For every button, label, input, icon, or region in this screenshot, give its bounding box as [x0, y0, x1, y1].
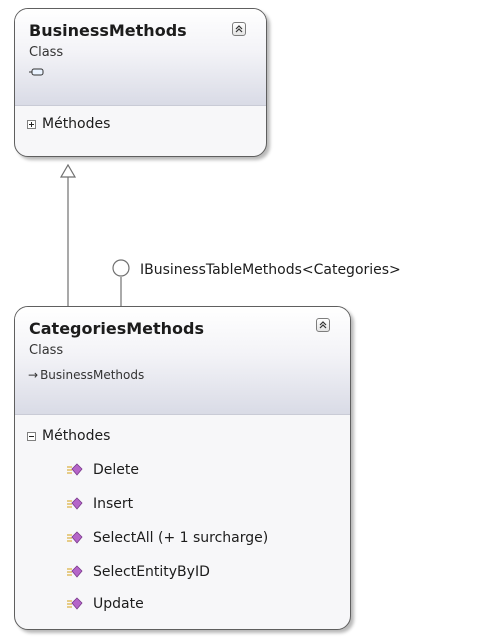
method-item[interactable]: Insert: [67, 493, 133, 515]
method-item[interactable]: Update: [67, 593, 144, 615]
derived-class-section-label: Méthodes: [42, 428, 111, 444]
base-class-methods-section[interactable]: Méthodes: [27, 116, 110, 132]
method-name: SelectAll (+ 1 surcharge): [93, 530, 269, 546]
base-class-name: BusinessMethods: [29, 21, 187, 40]
collapse-icon[interactable]: [27, 431, 36, 441]
base-class-shape[interactable]: BusinessMethods Class Méthodes: [14, 8, 267, 157]
base-class-reference: → BusinessMethods: [28, 368, 144, 382]
derived-class-kind: Class: [29, 343, 64, 358]
derived-class-shape[interactable]: CategoriesMethods Class → BusinessMethods…: [14, 306, 351, 630]
derived-class-header[interactable]: CategoriesMethods Class → BusinessMethods: [15, 307, 350, 415]
chevron-up-double-icon: [319, 321, 327, 329]
method-icon: [67, 531, 83, 544]
inheritance-arrowhead: [59, 163, 77, 178]
expand-icon[interactable]: [27, 119, 36, 129]
chevron-up-double-icon: [235, 25, 243, 33]
base-class-section-label: Méthodes: [42, 116, 111, 132]
method-icon: [67, 565, 83, 578]
base-class-collapse-button[interactable]: [232, 22, 246, 36]
method-name: SelectEntityByID: [93, 564, 210, 580]
base-class-reference-label: BusinessMethods: [40, 368, 145, 382]
base-class-header[interactable]: BusinessMethods Class: [15, 9, 266, 106]
derived-class-methods-section[interactable]: Méthodes: [27, 428, 110, 444]
interface-label[interactable]: IBusinessTableMethods<Categories>: [140, 262, 401, 278]
method-icon: [67, 463, 83, 476]
method-item[interactable]: SelectAll (+ 1 surcharge): [67, 527, 268, 549]
derived-class-name: CategoriesMethods: [29, 319, 205, 338]
base-class-kind: Class: [29, 45, 64, 60]
method-name: Insert: [93, 496, 134, 512]
inherits-arrow-icon: →: [28, 368, 39, 382]
method-name: Update: [93, 596, 144, 612]
derived-class-collapse-button[interactable]: [316, 318, 330, 332]
method-item[interactable]: SelectEntityByID: [67, 561, 210, 583]
interface-lollipop-icon: [112, 259, 130, 277]
method-item[interactable]: Delete: [67, 459, 139, 481]
method-name: Delete: [93, 462, 139, 478]
class-shortcut-icon: [29, 68, 44, 76]
method-icon: [67, 497, 83, 510]
method-icon: [67, 597, 83, 610]
